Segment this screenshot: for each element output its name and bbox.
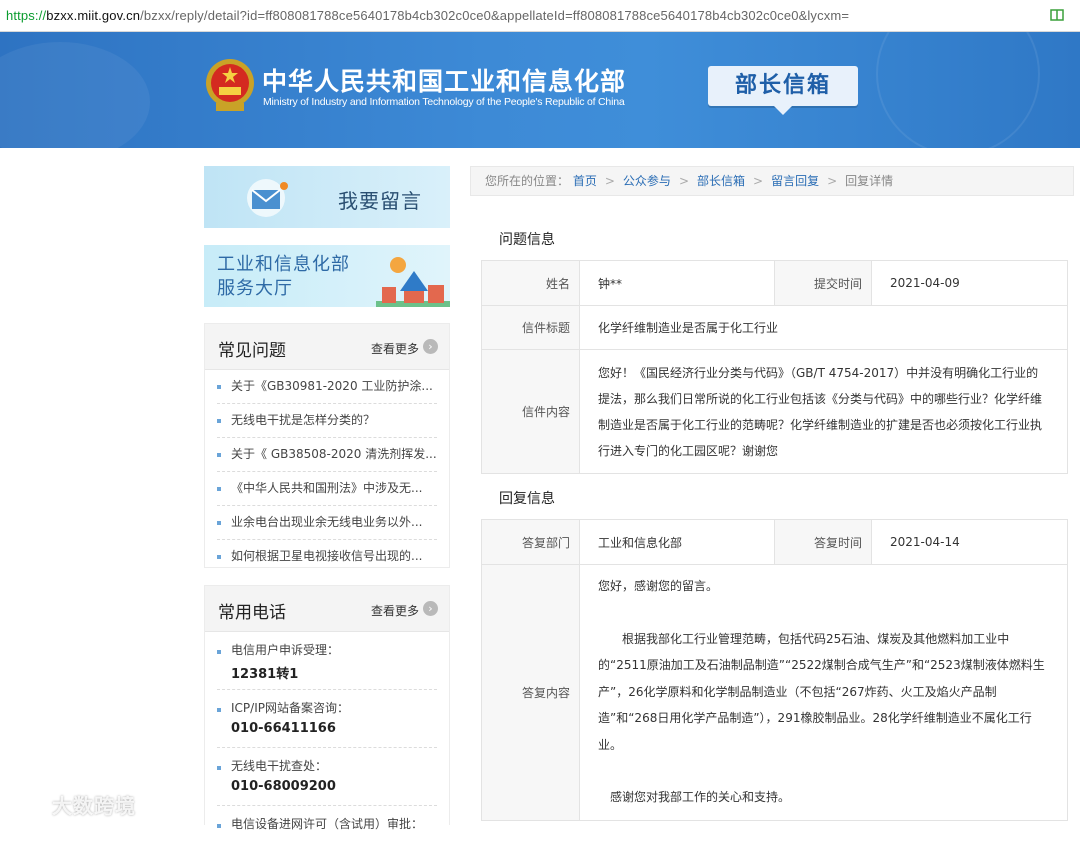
breadcrumb-separator: >: [827, 174, 838, 188]
faq-item[interactable]: 关于《 GB38508-2020 清洗剂挥发...: [217, 438, 437, 472]
phone-label: 无线电干扰查处：: [231, 759, 328, 773]
phone-label: ICP/IP网站备案咨询：: [231, 701, 349, 715]
phone-list: 电信用户申诉受理： 12381转1 ICP/IP网站备案咨询： 010-6641…: [205, 632, 449, 863]
subject-value: 化学纤维制造业是否属于化工行业: [579, 305, 1068, 350]
breadcrumb-separator: >: [753, 174, 764, 188]
submit-time-label: 提交时间: [774, 260, 872, 306]
ministry-title-english: Ministry of Industry and Information Tec…: [263, 96, 625, 108]
phones-header: 常用电话 查看更多 ›: [205, 586, 449, 632]
faq-item[interactable]: 如何根据卫星电视接收信号出现的...: [217, 540, 437, 573]
phone-number: 12381转1: [231, 667, 299, 682]
url-path: /bzxx/reply/detail?id=ff808081788ce56401…: [140, 8, 850, 23]
phone-label: 电信设备进网许可（含试用）审批：: [231, 817, 424, 831]
phone-item: 电信设备进网许可（含试用）审批：: [217, 806, 437, 863]
minister-mailbox-label: 部长信箱: [734, 73, 831, 98]
name-label: 姓名: [481, 260, 580, 306]
watermark-text: 大数跨境: [52, 794, 136, 818]
phone-number: 010-68009200: [231, 779, 336, 794]
service-hall-text: 工业和信息化部 服务大厅: [217, 253, 350, 301]
banner-decoration: [0, 42, 150, 148]
book-icon[interactable]: [1050, 8, 1064, 22]
breadcrumb-message-reply[interactable]: 留言回复: [771, 174, 819, 188]
submit-time-value: 2021-04-09: [871, 260, 1068, 306]
reply-body: 根据我部化工行业管理范畴，包括代码25石油、煤炭及其他燃料加工业中的“2511原…: [598, 631, 1045, 752]
phone-item: 无线电干扰查处： 010-68009200: [217, 748, 437, 806]
reply-greeting: 您好，感谢您的留言。: [598, 579, 719, 593]
breadcrumb-public-participation[interactable]: 公众参与: [623, 174, 671, 188]
banner-decoration: [876, 32, 1040, 148]
reply-content-label: 答复内容: [481, 564, 580, 821]
phone-number: 010-66411166: [231, 721, 336, 736]
leave-message-banner[interactable]: 我要留言: [204, 166, 450, 228]
faq-item[interactable]: 《中华人民共和国刑法》中涉及无...: [217, 472, 437, 506]
building-icon: [376, 257, 450, 307]
faq-panel: 常见问题 查看更多 › 关于《GB30981-2020 工业防护涂... 无线电…: [204, 323, 450, 568]
reply-time-label: 答复时间: [774, 519, 872, 565]
reply-section-title: 回复信息: [499, 491, 555, 507]
minister-mailbox-tag[interactable]: 部长信箱: [708, 66, 858, 115]
faq-item[interactable]: 业余电台出现业余无线电业务以外...: [217, 506, 437, 540]
url-host: bzxx.miit.gov.cn: [46, 8, 141, 23]
phones-title: 常用电话: [218, 603, 286, 623]
service-hall-line1: 工业和信息化部: [217, 254, 350, 275]
envelope-icon: [247, 179, 288, 217]
question-section-title: 问题信息: [499, 232, 555, 248]
content-label: 信件内容: [481, 349, 580, 474]
service-hall-line2: 服务大厅: [217, 278, 293, 299]
breadcrumb-mailbox[interactable]: 部长信箱: [697, 174, 745, 188]
phone-item: 电信用户申诉受理： 12381转1: [217, 632, 437, 690]
breadcrumb-prefix: 您所在的位置：: [485, 174, 570, 188]
reply-dept-label: 答复部门: [481, 519, 580, 565]
service-hall-banner[interactable]: 工业和信息化部 服务大厅: [204, 245, 450, 307]
content-value: 您好！《国民经济行业分类与代码》（GB/T 4754-2017）中并没有明确化工…: [579, 349, 1068, 474]
address-bar[interactable]: https://bzxx.miit.gov.cn/bzxx/reply/deta…: [0, 0, 1080, 32]
reply-closing: 感谢您对我部工作的关心和支持。: [610, 790, 791, 804]
url-text[interactable]: https://bzxx.miit.gov.cn/bzxx/reply/deta…: [6, 8, 849, 23]
chevron-right-icon[interactable]: ›: [423, 601, 438, 616]
faq-item[interactable]: 关于《GB30981-2020 工业防护涂...: [217, 370, 437, 404]
breadcrumb-separator: >: [604, 174, 615, 188]
phone-item: ICP/IP网站备案咨询： 010-66411166: [217, 690, 437, 748]
site-header: 中华人民共和国工业和信息化部 Ministry of Industry and …: [0, 32, 1080, 148]
faq-item[interactable]: 无线电干扰是怎样分类的？: [217, 404, 437, 438]
url-scheme: https://: [6, 8, 47, 23]
breadcrumb: 您所在的位置： 首页 > 公众参与 > 部长信箱 > 留言回复 > 回复详情: [470, 166, 1074, 196]
phones-more-link[interactable]: 查看更多: [371, 602, 419, 619]
national-emblem-icon[interactable]: [204, 57, 256, 115]
name-value: 钟**: [579, 260, 775, 306]
phone-label: 电信用户申诉受理：: [231, 643, 340, 657]
chevron-right-icon[interactable]: ›: [423, 339, 438, 354]
reply-time-value: 2021-04-14: [871, 519, 1068, 565]
ministry-title[interactable]: 中华人民共和国工业和信息化部: [262, 62, 626, 98]
question-table: 姓名 钟** 提交时间 2021-04-09 信件标题 化学纤维制造业是否属于化…: [481, 260, 1068, 474]
reply-dept-value: 工业和信息化部: [579, 519, 775, 565]
leave-message-label: 我要留言: [338, 189, 422, 213]
subject-label: 信件标题: [481, 305, 580, 350]
breadcrumb-separator: >: [678, 174, 689, 188]
breadcrumb-current: 回复详情: [845, 174, 894, 188]
faq-title: 常见问题: [218, 341, 286, 361]
phones-panel: 常用电话 查看更多 › 电信用户申诉受理： 12381转1 ICP/IP网站备案…: [204, 585, 450, 831]
reply-content: 您好，感谢您的留言。 根据我部化工行业管理范畴，包括代码25石油、煤炭及其他燃料…: [579, 564, 1068, 821]
faq-more-link[interactable]: 查看更多: [371, 340, 419, 357]
faq-list: 关于《GB30981-2020 工业防护涂... 无线电干扰是怎样分类的？ 关于…: [205, 370, 449, 573]
faq-header: 常见问题 查看更多 ›: [205, 324, 449, 370]
reply-table: 答复部门 工业和信息化部 答复时间 2021-04-14 答复内容 您好，感谢您…: [481, 519, 1068, 821]
breadcrumb-home[interactable]: 首页: [573, 174, 597, 188]
watermark-logo-icon: [10, 793, 48, 811]
